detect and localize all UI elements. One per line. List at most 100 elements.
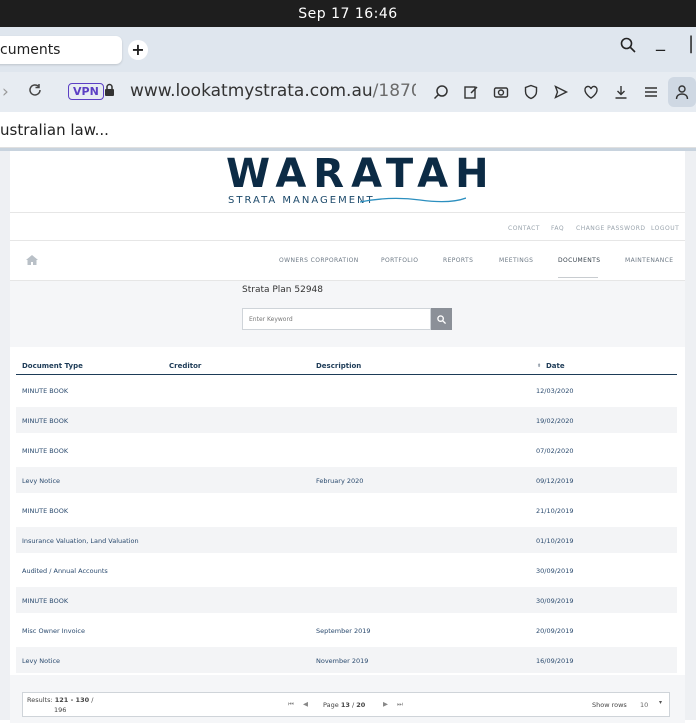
documents-table: Document Type Creditor Description ⬍ Dat…: [10, 347, 685, 675]
cell-document-type[interactable]: MINUTE BOOK: [22, 507, 68, 515]
site-container: WARATAH STRATA MANAGEMENT CONTACT FAQ CH…: [10, 151, 685, 723]
table-row[interactable]: Levy Notice February 2020 09/12/2019: [16, 467, 677, 493]
nav-maintenance[interactable]: MAINTENANCE: [625, 257, 673, 264]
col-header-date[interactable]: Date: [546, 362, 565, 370]
main-nav: OWNERS CORPORATION PORTFOLIO REPORTS MEE…: [10, 241, 685, 281]
cell-document-type[interactable]: MINUTE BOOK: [22, 597, 68, 605]
cell-document-type[interactable]: Misc Owner Invoice: [22, 627, 85, 635]
cell-document-type[interactable]: MINUTE BOOK: [22, 387, 68, 395]
site-logo[interactable]: WARATAH: [226, 151, 496, 197]
new-tab-button[interactable]: +: [128, 40, 148, 60]
keyword-search-input[interactable]: Enter Keyword: [242, 308, 431, 330]
browser-tab[interactable]: cuments: [0, 36, 122, 64]
nav-documents[interactable]: DOCUMENTS: [558, 257, 600, 264]
cell-date: 30/09/2019: [536, 567, 574, 575]
cell-document-type[interactable]: Levy Notice: [22, 657, 60, 665]
active-nav-underline: [558, 277, 598, 278]
cell-document-type[interactable]: Levy Notice: [22, 477, 60, 485]
cell-date: 09/12/2019: [536, 477, 574, 485]
util-link-logout[interactable]: LOGOUT: [651, 225, 679, 232]
table-row[interactable]: MINUTE BOOK 19/02/2020: [16, 407, 677, 433]
site-logo-subtitle: STRATA MANAGEMENT: [228, 195, 375, 206]
search-tabs-icon[interactable]: [620, 37, 636, 58]
profile-icon: [675, 85, 689, 100]
util-link-change-password[interactable]: CHANGE PASSWORD: [576, 225, 646, 232]
web-page: WARATAH STRATA MANAGEMENT CONTACT FAQ CH…: [0, 148, 696, 723]
cell-date: 16/09/2019: [536, 657, 574, 665]
table-row[interactable]: Misc Owner Invoice September 2019 20/09/…: [16, 617, 677, 643]
strata-plan-title: Strata Plan 52948: [242, 285, 323, 295]
first-page-icon[interactable]: ⏮: [288, 700, 294, 709]
cell-date: 19/02/2020: [536, 417, 574, 425]
table-row[interactable]: MINUTE BOOK 21/10/2019: [16, 497, 677, 523]
cell-description: September 2019: [316, 627, 371, 635]
lock-icon[interactable]: [104, 83, 115, 97]
chevron-down-icon[interactable]: ▾: [659, 699, 662, 706]
vpn-badge[interactable]: VPN: [68, 83, 104, 100]
pagination-bar: Results: 121 - 130 / 196 ⏮ ◀ Page 13 / 2…: [22, 692, 670, 717]
send-icon[interactable]: [552, 83, 570, 101]
col-header-creditor[interactable]: Creditor: [169, 362, 201, 370]
page-total: 20: [356, 701, 366, 709]
page-indicator: Page 13 / 20: [323, 701, 365, 709]
table-row[interactable]: Audited / Annual Accounts 30/09/2019: [16, 557, 677, 583]
cell-document-type[interactable]: MINUTE BOOK: [22, 447, 68, 455]
results-summary: Results: 121 - 130 /: [27, 696, 93, 704]
table-row[interactable]: MINUTE BOOK 12/03/2020: [16, 377, 677, 403]
bookmark-item[interactable]: ustralian law...: [0, 121, 109, 139]
cell-document-type[interactable]: Insurance Valuation, Land Valuation: [22, 537, 139, 545]
table-row[interactable]: MINUTE BOOK 30/09/2019: [16, 587, 677, 613]
cell-description: November 2019: [316, 657, 369, 665]
close-icon[interactable]: |: [688, 33, 694, 54]
heart-icon[interactable]: [582, 83, 600, 101]
url-path: /187035/dc: [372, 81, 416, 101]
home-icon[interactable]: [26, 255, 38, 265]
last-page-icon[interactable]: ⏭: [397, 700, 403, 709]
prev-page-icon[interactable]: ◀: [303, 700, 308, 708]
cell-document-type[interactable]: Audited / Annual Accounts: [22, 567, 108, 575]
logo-wave-icon: [360, 197, 466, 203]
download-icon[interactable]: [612, 83, 630, 101]
zoom-icon[interactable]: [432, 83, 450, 101]
table-row[interactable]: Insurance Valuation, Land Valuation 01/1…: [16, 527, 677, 553]
sort-icon[interactable]: ⬍: [537, 363, 541, 369]
url-host: www.lookatmystrata.com.au: [130, 81, 373, 101]
util-link-faq[interactable]: FAQ: [551, 225, 564, 232]
nav-owners-corporation[interactable]: OWNERS CORPORATION: [279, 257, 359, 264]
cell-date: 07/02/2020: [536, 447, 574, 455]
nav-meetings[interactable]: MEETINGS: [499, 257, 533, 264]
next-page-icon[interactable]: ▶: [383, 700, 388, 708]
table-row[interactable]: Levy Notice November 2019 16/09/2019: [16, 647, 677, 673]
cell-document-type[interactable]: MINUTE BOOK: [22, 417, 68, 425]
edit-icon[interactable]: [462, 83, 480, 101]
shield-icon[interactable]: [522, 83, 540, 101]
camera-icon[interactable]: [492, 83, 510, 101]
cell-date: 21/10/2019: [536, 507, 574, 515]
util-link-contact[interactable]: CONTACT: [508, 225, 540, 232]
results-separator: /: [89, 696, 94, 704]
col-header-document-type[interactable]: Document Type: [22, 362, 83, 370]
plus-icon: +: [131, 40, 145, 59]
table-row[interactable]: MINUTE BOOK 07/02/2020: [16, 437, 677, 463]
cell-date: 30/09/2019: [536, 597, 574, 605]
col-header-description[interactable]: Description: [316, 362, 361, 370]
browser-tab-strip: cuments + _ |: [0, 27, 696, 72]
menu-icon[interactable]: [642, 83, 660, 101]
forward-icon[interactable]: ›: [2, 82, 9, 102]
minimize-icon[interactable]: _: [656, 31, 665, 52]
nav-reports[interactable]: REPORTS: [443, 257, 473, 264]
bookmarks-bar: ustralian law...: [0, 112, 696, 148]
search-button[interactable]: [431, 308, 452, 330]
os-top-bar: Sep 17 16:46: [0, 0, 696, 27]
url-field[interactable]: www.lookatmystrata.com.au/187035/dc: [130, 81, 416, 101]
rows-per-page-select[interactable]: 10: [640, 701, 648, 709]
results-total: 196: [54, 706, 67, 714]
results-range: 121 - 130: [54, 696, 90, 704]
search-icon: [437, 314, 446, 324]
reload-icon[interactable]: [28, 82, 42, 102]
nav-portfolio[interactable]: PORTFOLIO: [381, 257, 418, 264]
profile-button[interactable]: [668, 77, 696, 107]
cell-description: February 2020: [316, 477, 364, 485]
cell-date: 01/10/2019: [536, 537, 574, 545]
page-label: Page: [323, 701, 339, 709]
